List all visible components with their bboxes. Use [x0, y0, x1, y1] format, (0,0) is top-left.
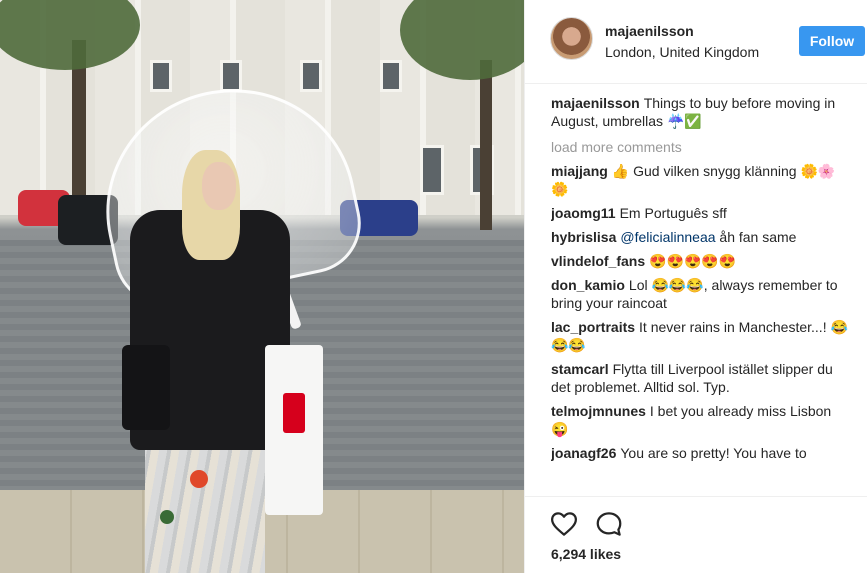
post-actions: 6,294 likes: [525, 496, 867, 573]
shopping-bag: [265, 345, 323, 515]
avatar[interactable]: [550, 17, 593, 60]
comment-item: don_kamio Lol 😂😂😂, always remember to bri…: [551, 276, 851, 312]
post-header: majaenilsson London, United Kingdom Foll…: [525, 0, 867, 84]
comment-username[interactable]: joaomg11: [551, 205, 616, 221]
speech-bubble-icon[interactable]: [594, 509, 624, 539]
building-window: [150, 60, 172, 92]
comments-list[interactable]: majaenilsson Things to buy before moving …: [551, 94, 851, 496]
post-sidebar: majaenilsson London, United Kingdom Foll…: [524, 0, 867, 573]
comment-text: Em Português sff: [619, 205, 727, 221]
caption: majaenilsson Things to buy before moving …: [551, 94, 851, 130]
building-window: [220, 60, 242, 92]
comment-username[interactable]: vlindelof_fans: [551, 253, 645, 269]
comment-item: joanagf26 You are so pretty! You have to: [551, 444, 851, 462]
heart-icon[interactable]: [549, 509, 579, 539]
building-window: [300, 60, 322, 92]
post-photo[interactable]: [0, 0, 524, 573]
comment-username[interactable]: hybrislisa: [551, 229, 616, 245]
comment-username[interactable]: lac_portraits: [551, 319, 635, 335]
comment-item: vlindelof_fans 😍😍😍😍😍: [551, 252, 851, 270]
black-handbag: [122, 345, 170, 430]
comment-username[interactable]: miajjang: [551, 163, 608, 179]
load-more-comments-link[interactable]: load more comments: [551, 138, 851, 156]
comment-item: telmojmnunes I bet you already miss Lisbo…: [551, 402, 851, 438]
comment-item: lac_portraits It never rains in Mancheste…: [551, 318, 851, 354]
comment-text: 😍😍😍😍😍: [649, 253, 737, 269]
building-window: [380, 60, 402, 92]
comment-item: miajjang 👍 Gud vilken snygg klänning 🌼🌸🌼: [551, 162, 851, 198]
likes-count[interactable]: 6,294 likes: [551, 546, 621, 562]
caption-username[interactable]: majaenilsson: [551, 95, 640, 111]
comment-username[interactable]: don_kamio: [551, 277, 625, 293]
shopping-bag-logo: [283, 393, 305, 433]
comment-text: You are so pretty! You have to: [620, 445, 807, 461]
dress-flower: [190, 470, 208, 488]
comment-text: åh fan same: [719, 229, 797, 245]
comment-username[interactable]: telmojmnunes: [551, 403, 646, 419]
comment-item: stamcarl Flytta till Liverpool istället s…: [551, 360, 851, 396]
tree-trunk: [480, 60, 492, 230]
building-window: [420, 145, 444, 195]
post-username[interactable]: majaenilsson: [605, 23, 694, 39]
dress-flower: [160, 510, 174, 524]
comment-username[interactable]: joanagf26: [551, 445, 616, 461]
comment-mention[interactable]: @felicialinneaa: [620, 229, 715, 245]
comment-item: hybrislisa @felicialinneaa åh fan same: [551, 228, 851, 246]
face: [202, 162, 236, 210]
post-location[interactable]: London, United Kingdom: [605, 44, 759, 60]
comment-item: joaomg11 Em Português sff: [551, 204, 851, 222]
comment-username[interactable]: stamcarl: [551, 361, 609, 377]
follow-button[interactable]: Follow: [799, 26, 865, 56]
